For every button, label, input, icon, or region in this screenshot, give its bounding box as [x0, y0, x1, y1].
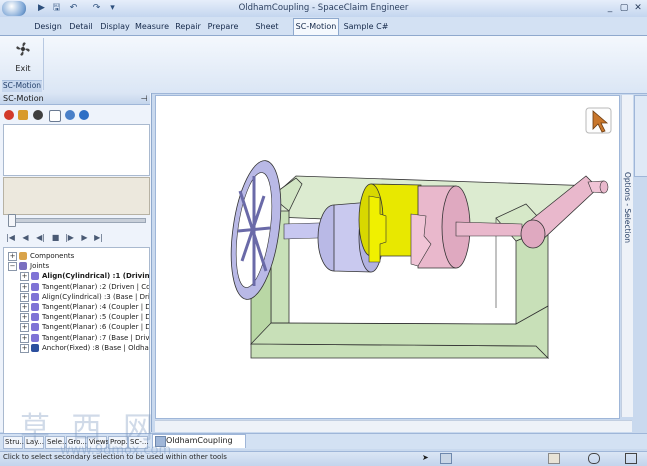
- watermark: 草 西 网: [20, 411, 160, 446]
- tree-expander-icon[interactable]: +: [20, 343, 29, 353]
- horizontal-scrollbar[interactable]: [155, 420, 632, 432]
- joint-icon: [31, 333, 39, 342]
- minimize-button[interactable]: _: [603, 2, 617, 14]
- document-tab-label: OldhamCoupling: [166, 436, 233, 445]
- ribbon-group-separator: [43, 38, 44, 90]
- ribbon: [0, 35, 647, 94]
- fit-view-icon[interactable]: [625, 453, 637, 464]
- step-back-icon[interactable]: ◀: [20, 232, 31, 243]
- panel-toolbar: [0, 106, 150, 123]
- time-slider-thumb[interactable]: [8, 214, 16, 227]
- view-mode-icon[interactable]: [548, 453, 560, 464]
- tree-item[interactable]: + Tangent(Planar) :2 (Driven | Coupl: [4, 282, 149, 292]
- exit-fan-icon: [16, 42, 30, 56]
- tab-sheet-metal[interactable]: Sheet Metal: [244, 19, 290, 46]
- tree-item[interactable]: + Tangent(Planar) :7 (Base | Driving): [4, 333, 149, 343]
- tree-item[interactable]: + Tangent(Planar) :5 (Coupler | Drivi: [4, 312, 149, 323]
- bug-icon[interactable]: [4, 110, 14, 120]
- time-slider-track[interactable]: [8, 218, 146, 223]
- ribbon-group-label: SC-Motion: [2, 80, 42, 92]
- tree-expander-icon[interactable]: +: [20, 323, 29, 333]
- joints-icon: [19, 262, 27, 271]
- close-button[interactable]: ✕: [631, 2, 645, 14]
- motion-results-list[interactable]: [3, 124, 150, 176]
- tree-item[interactable]: + Tangent(Planar) :6 (Coupler | Drivi: [4, 322, 149, 333]
- joint-icon: [31, 292, 39, 301]
- tab-repair[interactable]: Repair: [173, 19, 203, 34]
- joint-icon: [31, 303, 39, 311]
- tree-expander-icon[interactable]: +: [20, 303, 29, 312]
- go-to-end-icon[interactable]: ▶|: [93, 232, 104, 243]
- tree-item[interactable]: + Align(Cylindrical) :1 (Driving: [4, 271, 149, 282]
- zoom-icon[interactable]: [588, 453, 600, 464]
- tree-item[interactable]: − Joints: [4, 261, 149, 272]
- oldham-coupling-model[interactable]: [156, 96, 619, 418]
- tree-item-label: Anchor(Fixed) :8 (Base | OldhamCo: [42, 343, 149, 352]
- tab-detail[interactable]: Detail: [67, 19, 95, 34]
- fan-icon[interactable]: [33, 110, 43, 120]
- window-title: OldhamCoupling - SpaceClaim Engineer: [238, 3, 409, 13]
- info-icon[interactable]: [79, 110, 89, 120]
- joint-icon: [31, 323, 39, 332]
- tree-item-label: Tangent(Planar) :2 (Driven | Coupl: [42, 282, 149, 291]
- 3d-viewport[interactable]: [155, 95, 620, 419]
- options-selection-label: Options - Selection: [623, 172, 632, 243]
- step-forward-icon[interactable]: ▶: [79, 232, 90, 243]
- go-to-start-icon[interactable]: |◀: [5, 232, 16, 243]
- motion-properties-area: [3, 177, 150, 215]
- play-backward-icon[interactable]: ◀|: [35, 232, 46, 243]
- tree-item[interactable]: + Components: [4, 251, 149, 261]
- output-shaft: [455, 221, 523, 237]
- gear-icon[interactable]: [18, 110, 28, 120]
- chart-icon[interactable]: [49, 110, 61, 122]
- select-tool-button[interactable]: [585, 107, 612, 134]
- watermark-url: www.9dmox.com: [60, 443, 172, 458]
- pin-icon[interactable]: ⊣: [139, 94, 149, 104]
- tab-measure[interactable]: Measure: [134, 19, 170, 34]
- tree-item[interactable]: + Align(Cylindrical) :3 (Base | Driven): [4, 292, 149, 302]
- tree-item-label: Align(Cylindrical) :3 (Base | Driven): [42, 292, 149, 301]
- tree-item[interactable]: + Anchor(Fixed) :8 (Base | OldhamCo: [4, 343, 149, 353]
- tab-sample-cs-v7[interactable]: Sample C# V7: [341, 19, 391, 46]
- tree-expander-icon[interactable]: +: [20, 333, 29, 343]
- tree-expander-icon[interactable]: +: [20, 292, 29, 302]
- vertical-scrollbar[interactable]: [621, 95, 633, 417]
- tree-item-label: Tangent(Planar) :6 (Coupler | Drivi: [42, 323, 149, 332]
- joint-icon: [31, 282, 39, 291]
- tree-expander-icon[interactable]: +: [8, 252, 17, 261]
- ribbon-tabs: Design Detail Display Measure Repair Pre…: [0, 17, 647, 46]
- tab-sc-motion[interactable]: SC-Motion: [293, 18, 339, 36]
- tree-item[interactable]: + Tangent(Planar) :4 (Coupler | Drivi: [4, 302, 149, 312]
- tab-prepare[interactable]: Prepare: [207, 19, 239, 34]
- tree-item-label: Tangent(Planar) :7 (Base | Driving): [42, 333, 149, 342]
- help-icon[interactable]: [65, 110, 75, 120]
- pointer-icon[interactable]: ➤: [422, 453, 430, 462]
- joint-icon: [31, 313, 39, 322]
- tab-design[interactable]: Design: [33, 19, 63, 34]
- joint-icon: [31, 272, 39, 281]
- panel-title: SC-Motion: [0, 93, 150, 105]
- tree-item-label: Tangent(Planar) :5 (Coupler | Drivi: [42, 313, 149, 322]
- stop-icon[interactable]: ■: [50, 232, 61, 243]
- exit-button[interactable]: Exit: [5, 38, 41, 78]
- tree-item-label: Components: [30, 252, 75, 260]
- maximize-button[interactable]: ▢: [617, 2, 631, 14]
- anchor-icon: [31, 343, 39, 352]
- options-selection-side-tab[interactable]: [634, 95, 647, 177]
- play-forward-icon[interactable]: |▶: [64, 232, 75, 243]
- tree-expander-icon[interactable]: +: [20, 313, 29, 323]
- tab-display[interactable]: Display: [99, 19, 131, 34]
- tree-item-label: Joints: [30, 262, 50, 271]
- select-mode-icon[interactable]: [440, 453, 452, 464]
- tree-expander-icon[interactable]: −: [8, 262, 17, 272]
- tree-item-label: Align(Cylindrical) :1 (Driving: [42, 272, 149, 281]
- exit-label: Exit: [15, 64, 31, 73]
- tree-expander-icon[interactable]: +: [20, 282, 29, 292]
- tree-item-label: Tangent(Planar) :4 (Coupler | Drivi: [42, 303, 149, 311]
- components-icon: [19, 252, 27, 260]
- tree-expander-icon[interactable]: +: [20, 272, 29, 282]
